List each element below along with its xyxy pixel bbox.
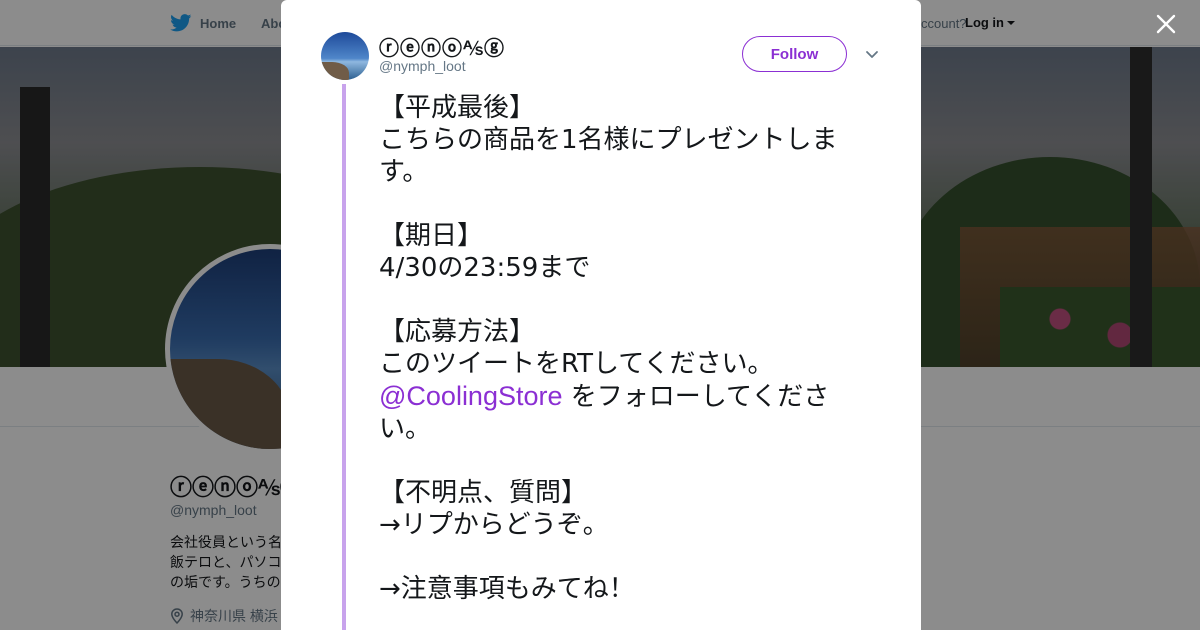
tweet-line: 【不明点、質問】 — [379, 478, 588, 508]
tweet-author-handle[interactable]: @nymph_loot — [379, 58, 466, 74]
tweet-line — [379, 284, 879, 316]
mention-link[interactable]: @CoolingStore — [379, 381, 563, 411]
tweet-line — [379, 541, 879, 573]
tweet-line: →リプからどうぞ。 — [379, 510, 609, 540]
tweet-author-avatar[interactable] — [321, 32, 369, 80]
tweet-author-name[interactable]: ⓡⓔⓝⓞ⅍ⓖ — [379, 32, 505, 61]
tweet-modal: ⓡⓔⓝⓞ⅍ⓖ @nymph_loot Follow 【平成最後】 こちらの商品を… — [281, 0, 921, 630]
thread-line — [342, 84, 346, 630]
tweet-line — [379, 445, 879, 477]
close-icon — [1156, 14, 1176, 34]
tweet-line: 【平成最後】 — [379, 93, 536, 123]
tweet-line: 4/30の23:59まで — [379, 253, 591, 283]
follow-button[interactable]: Follow — [742, 36, 847, 72]
tweet-line: →注意事項もみてね！ — [379, 574, 635, 604]
tweet-text: 【平成最後】 こちらの商品を1名様にプレゼントしま す。 【期日】 4/30の2… — [379, 92, 879, 605]
tweet-line: こちらの商品を1名様にプレゼントしま — [379, 125, 838, 155]
tweet-line — [379, 188, 879, 220]
close-button[interactable] — [1152, 10, 1180, 38]
tweet-line: このツイートをRTしてください。 — [379, 349, 774, 379]
tweet-mention-line: @CoolingStore をフォローしてくださ — [379, 380, 879, 413]
tweet-line: す。 — [379, 157, 429, 187]
mention-suffix: をフォローしてくださ — [562, 382, 830, 412]
tweet-line: 【応募方法】 — [379, 317, 536, 347]
tweet-menu-button[interactable] — [864, 46, 880, 62]
tweet-line: 【期日】 — [379, 221, 484, 251]
chevron-down-icon — [866, 51, 878, 58]
tweet-line: い。 — [379, 414, 432, 444]
